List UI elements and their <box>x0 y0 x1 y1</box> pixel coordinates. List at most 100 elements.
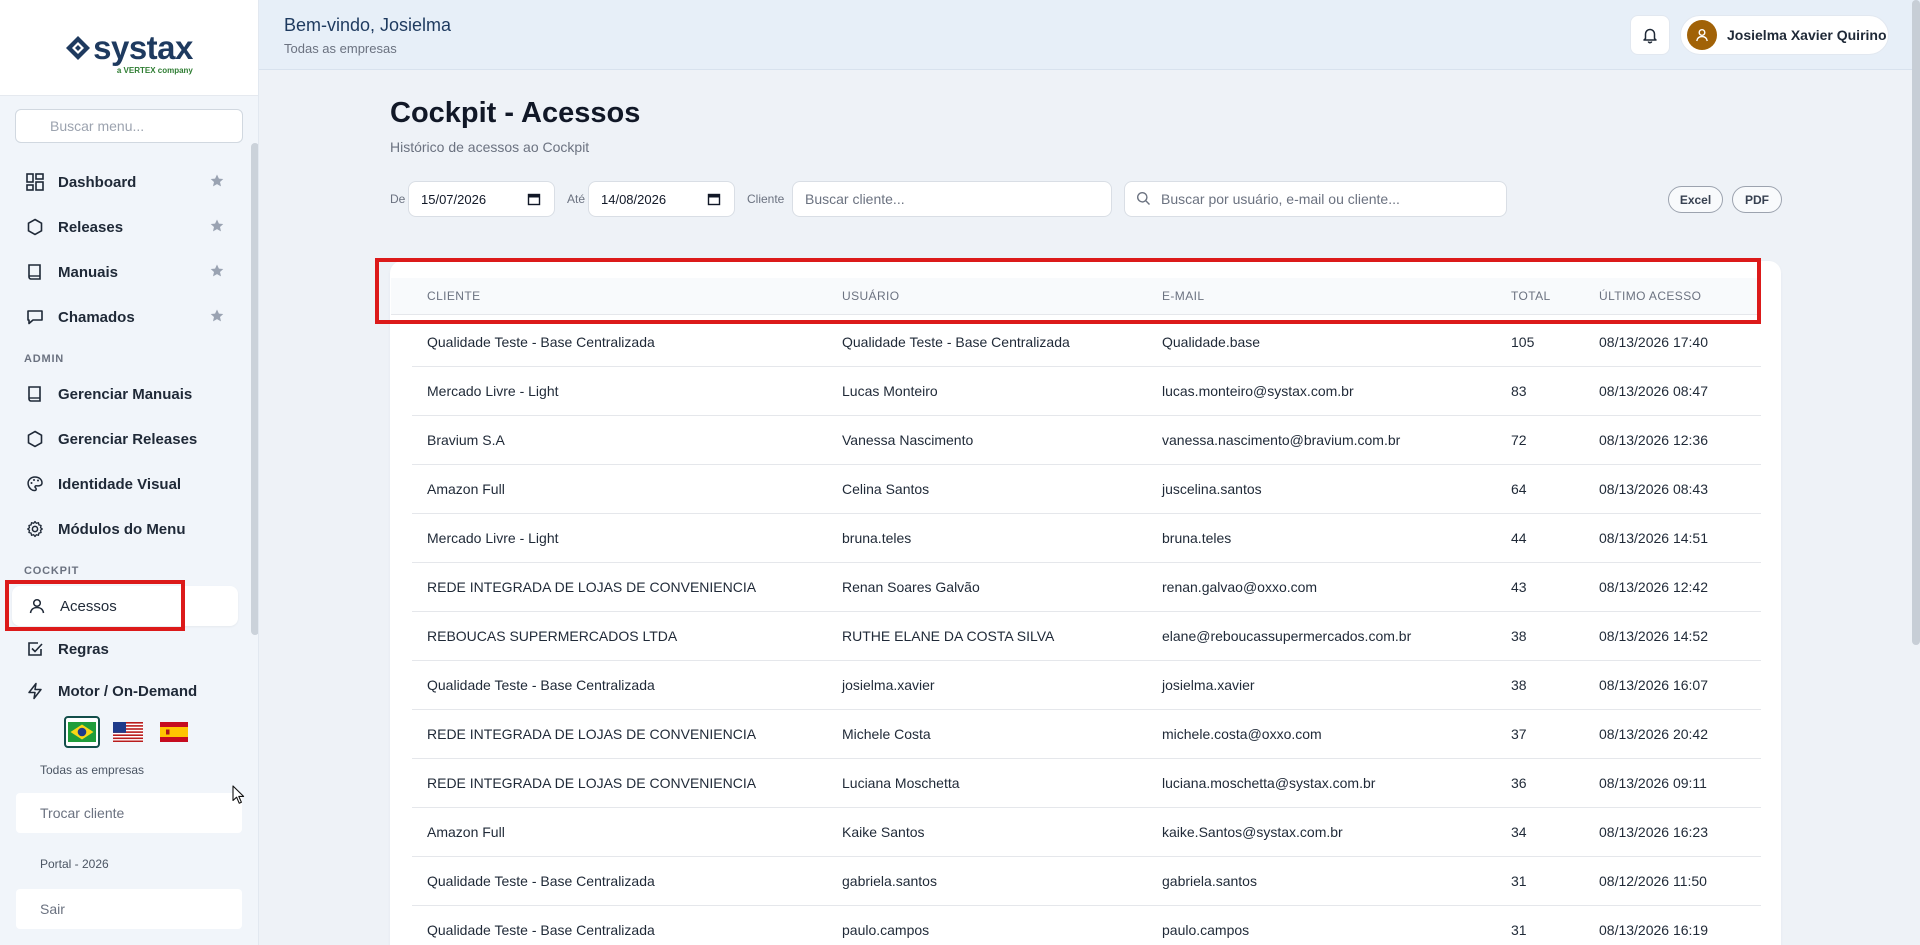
cell-cliente: Qualidade Teste - Base Centralizada <box>427 922 655 938</box>
sidebar-item-manuais[interactable]: Manuais <box>0 252 240 292</box>
star-icon[interactable] <box>209 218 225 234</box>
cell-usuario: Lucas Monteiro <box>842 383 938 399</box>
export-pdf-button[interactable]: PDF <box>1732 186 1782 213</box>
sidebar-item-modulos-menu[interactable]: Módulos do Menu <box>0 509 240 549</box>
cell-ultimo-acesso: 08/13/2026 17:40 <box>1599 334 1708 350</box>
table-row[interactable]: Mercado Livre - Light Lucas Monteiro lucas… <box>412 367 1761 416</box>
sidebar-item-regras[interactable]: Regras <box>0 629 240 669</box>
sidebar-item-label: Chamados <box>58 308 135 326</box>
flag-usa-button[interactable] <box>110 716 146 748</box>
date-to-input[interactable]: 14/08/2026 <box>588 181 735 217</box>
cell-email: josielma.xavier <box>1162 677 1255 693</box>
checkbox-icon <box>25 639 45 659</box>
book-icon <box>25 262 45 282</box>
sidebar-item-releases[interactable]: Releases <box>0 207 240 247</box>
sidebar-item-identidade-visual[interactable]: Identidade Visual <box>0 464 240 504</box>
notifications-button[interactable] <box>1630 15 1670 55</box>
hexagon-icon <box>25 217 45 237</box>
brazil-flag-icon <box>68 722 96 742</box>
cell-total: 37 <box>1511 726 1527 742</box>
cell-usuario: paulo.campos <box>842 922 930 938</box>
cell-total: 31 <box>1511 873 1527 889</box>
page-scrollbar[interactable] <box>1912 0 1920 645</box>
company-scope-label: Todas as empresas <box>40 763 145 777</box>
table-row[interactable]: Amazon Full Celina Santos juscelina.santos… <box>412 465 1761 514</box>
table-row[interactable]: REDE INTEGRADA DE LOJAS DE CONVENIENCIA M… <box>412 710 1761 759</box>
flag-brazil-button[interactable] <box>64 716 100 748</box>
cell-ultimo-acesso: 08/13/2026 09:11 <box>1599 775 1707 791</box>
sidebar-item-label: Releases <box>58 218 124 236</box>
sidebar-item-label: Regras <box>58 640 109 658</box>
cell-usuario: bruna.teles <box>842 530 912 546</box>
cell-cliente: REDE INTEGRADA DE LOJAS DE CONVENIENCIA <box>427 726 757 742</box>
table-row[interactable]: Qualidade Teste - Base Centralizada josie… <box>412 661 1761 710</box>
table-row[interactable]: Amazon Full Kaike Santos kaike.Santos@syst… <box>412 808 1761 857</box>
cell-total: 38 <box>1511 677 1527 693</box>
global-search-input[interactable] <box>1124 181 1507 217</box>
cell-usuario: Michele Costa <box>842 726 931 742</box>
user-menu-button[interactable]: Josielma Xavier Quirino <box>1680 15 1889 55</box>
cell-ultimo-acesso: 08/13/2026 16:07 <box>1599 677 1708 693</box>
cell-email: gabriela.santos <box>1162 873 1257 889</box>
logout-button[interactable]: Sair <box>16 889 242 929</box>
sidebar-item-dashboard[interactable]: Dashboard <box>0 162 240 202</box>
sidebar-scrollbar[interactable] <box>251 143 258 635</box>
table-row[interactable]: REBOUCAS SUPERMERCADOS LTDA RUTHE ELANE D… <box>412 612 1761 661</box>
star-icon[interactable] <box>209 263 225 279</box>
spain-flag-icon <box>160 722 188 742</box>
client-search-input[interactable] <box>792 181 1112 217</box>
switch-client-button[interactable]: Trocar cliente <box>16 793 242 833</box>
date-from-input[interactable]: 15/07/2026 <box>408 181 555 217</box>
calendar-icon[interactable] <box>707 192 721 206</box>
top-header: Bem-vindo, Josielma Todas as empresas Jo… <box>259 0 1920 70</box>
calendar-icon[interactable] <box>527 192 541 206</box>
cell-total: 105 <box>1511 334 1535 350</box>
menu-search-input[interactable] <box>15 109 243 143</box>
sidebar-item-label: Acessos <box>60 597 117 615</box>
sidebar-item-chamados[interactable]: Chamados <box>0 297 240 337</box>
table-header-row: CLIENTE USUÁRIO E-MAIL TOTAL ÚLTIMO ACES… <box>391 278 1760 315</box>
logo-tagline: a VERTEX company <box>116 66 193 75</box>
section-label-cockpit: COCKPIT <box>24 565 80 577</box>
logo-text: systax <box>93 29 193 66</box>
systax-logo[interactable]: systax a VERTEX company <box>65 29 193 75</box>
cell-total: 36 <box>1511 775 1527 791</box>
sidebar-item-motor-on-demand[interactable]: Motor / On-Demand <box>0 671 240 711</box>
user-name: Josielma Xavier Quirino <box>1727 27 1887 43</box>
table-row[interactable]: Qualidade Teste - Base Centralizada gabri… <box>412 857 1761 906</box>
star-icon[interactable] <box>209 308 225 324</box>
date-from-label: De <box>390 192 406 206</box>
table-row[interactable]: REDE INTEGRADA DE LOJAS DE CONVENIENCIA L… <box>412 759 1761 808</box>
table-row[interactable]: Qualidade Teste - Base Centralizada paulo… <box>412 906 1761 945</box>
column-header-cliente[interactable]: CLIENTE <box>427 289 480 303</box>
table-row[interactable]: Bravium S.A Vanessa Nascimento vanessa.nas… <box>412 416 1761 465</box>
sidebar-item-acessos[interactable]: Acessos <box>12 586 238 626</box>
sidebar-item-gerenciar-manuais[interactable]: Gerenciar Manuais <box>0 374 240 414</box>
sidebar-item-gerenciar-releases[interactable]: Gerenciar Releases <box>0 419 240 459</box>
table-row[interactable]: REDE INTEGRADA DE LOJAS DE CONVENIENCIA R… <box>412 563 1761 612</box>
column-header-email[interactable]: E-MAIL <box>1162 289 1204 303</box>
table-row[interactable]: Mercado Livre - Light bruna.teles bruna.te… <box>412 514 1761 563</box>
column-header-total[interactable]: TOTAL <box>1511 289 1551 303</box>
cell-cliente: REDE INTEGRADA DE LOJAS DE CONVENIENCIA <box>427 775 757 791</box>
table-row[interactable]: Qualidade Teste - Base Centralizada Quali… <box>412 318 1761 367</box>
cell-total: 83 <box>1511 383 1527 399</box>
client-filter-label: Cliente <box>747 192 785 206</box>
cell-total: 43 <box>1511 579 1527 595</box>
palette-icon <box>25 474 45 494</box>
section-label-admin: ADMIN <box>24 353 65 365</box>
search-icon <box>1137 192 1150 205</box>
cell-cliente: Qualidade Teste - Base Centralizada <box>427 873 655 889</box>
cell-usuario: Vanessa Nascimento <box>842 432 974 448</box>
sidebar-item-label: Gerenciar Manuais <box>58 385 193 403</box>
column-header-usuario[interactable]: USUÁRIO <box>842 289 899 303</box>
star-icon[interactable] <box>209 173 225 189</box>
column-header-ultimo-acesso[interactable]: ÚLTIMO ACESSO <box>1599 289 1701 303</box>
export-excel-button[interactable]: Excel <box>1668 186 1723 213</box>
cell-email: vanessa.nascimento@bravium.com.br <box>1162 432 1401 448</box>
flag-spain-button[interactable] <box>156 716 192 748</box>
cell-ultimo-acesso: 08/13/2026 08:43 <box>1599 481 1708 497</box>
cell-ultimo-acesso: 08/13/2026 08:47 <box>1599 383 1708 399</box>
sidebar-item-label: Módulos do Menu <box>58 520 186 538</box>
cell-email: Qualidade.base <box>1162 334 1261 350</box>
